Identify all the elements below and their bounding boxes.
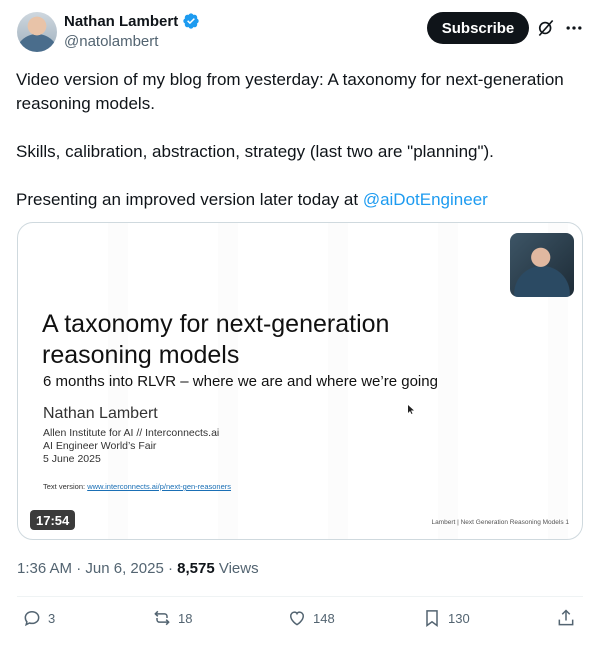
slide-text-version-link: www.interconnects.ai/p/next-gen-reasoner… <box>87 482 232 491</box>
views-label: Views <box>218 560 259 577</box>
repost-icon <box>154 610 170 626</box>
bookmark-count: 130 <box>448 610 470 626</box>
bookmark-button[interactable]: 130 <box>422 608 470 628</box>
slide-footer: Lambert | Next Generation Reasoning Mode… <box>431 519 569 526</box>
subscribe-button[interactable]: Subscribe <box>427 12 529 44</box>
tweet-paragraph-3-text: Presenting an improved version later tod… <box>16 190 363 209</box>
reply-count: 3 <box>48 610 56 626</box>
mouse-cursor-icon <box>408 405 414 414</box>
author-handle[interactable]: @natolambert <box>64 33 158 50</box>
more-icon[interactable] <box>564 18 584 38</box>
slide-text-version: Text version: www.interconnects.ai/p/nex… <box>43 482 231 491</box>
meta-separator: · <box>76 560 86 577</box>
slide-author: Nathan Lambert <box>43 405 158 422</box>
reply-icon <box>24 610 40 627</box>
mention-link[interactable]: @aiDotEngineer <box>363 190 488 209</box>
video-player[interactable]: A taxonomy for next-generation reasoning… <box>17 222 583 540</box>
share-icon <box>558 609 574 626</box>
slide-affiliation-line: AI Engineer World’s Fair <box>43 440 157 452</box>
slide-subtitle: 6 months into RLVR – where we are and wh… <box>43 373 438 390</box>
author-name-row[interactable]: Nathan Lambert <box>64 12 200 30</box>
tweet-paragraph-2: Skills, calibration, abstraction, strate… <box>16 142 494 161</box>
divider <box>17 596 583 597</box>
tweet-date[interactable]: Jun 6, 2025 <box>85 560 163 577</box>
like-count: 148 <box>313 610 335 626</box>
tweet-time[interactable]: 1:36 AM <box>17 560 72 577</box>
video-duration-badge: 17:54 <box>30 510 76 530</box>
bookmark-icon <box>426 610 438 627</box>
tweet-metadata: 1:36 AM · Jun 6, 2025 · 8,575 Views <box>17 560 259 577</box>
action-bar: 3 18 148 130 <box>17 606 583 636</box>
share-button[interactable] <box>556 608 576 628</box>
tweet-paragraph-1: Video version of my blog from yesterday:… <box>16 70 564 113</box>
reply-button[interactable]: 3 <box>22 608 55 628</box>
heart-icon <box>289 611 305 626</box>
views-count: 8,575 <box>177 560 215 577</box>
meta-separator: · <box>167 560 178 577</box>
tweet-text: Video version of my blog from yesterday:… <box>16 68 576 236</box>
slide-text-version-label: Text version: <box>43 482 88 491</box>
slide-affiliation-line: 5 June 2025 <box>43 453 101 465</box>
verified-badge-icon <box>183 13 199 29</box>
tweet-paragraph-3: Presenting an improved version later tod… <box>16 188 576 212</box>
slide-title: A taxonomy for next-generation reasoning… <box>42 310 390 369</box>
slide-affiliation-line: Allen Institute for AI // Interconnects.… <box>43 427 220 439</box>
repost-count: 18 <box>178 610 193 626</box>
grok-icon[interactable] <box>536 18 556 38</box>
slide-affiliation: Allen Institute for AI // Interconnects.… <box>43 427 219 466</box>
webcam-thumbnail <box>510 233 574 297</box>
author-display-name[interactable]: Nathan Lambert <box>64 13 178 30</box>
author-avatar[interactable] <box>17 12 57 52</box>
like-button[interactable]: 148 <box>287 608 335 628</box>
repost-button[interactable]: 18 <box>152 608 192 628</box>
